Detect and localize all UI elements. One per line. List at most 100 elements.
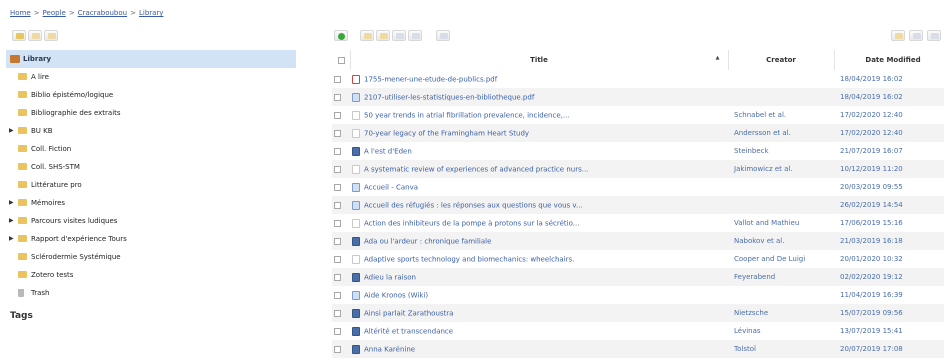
table-row[interactable]: Anna Karénine Tolstoï 20/07/2019 17:08: [332, 340, 944, 358]
new-item-button[interactable]: [334, 30, 348, 41]
expand-arrow-icon[interactable]: ▶: [9, 194, 14, 212]
collection-item[interactable]: Coll. SHS-STM: [6, 158, 296, 176]
breadcrumb-library-link[interactable]: Library: [139, 9, 163, 17]
title-cell[interactable]: Accueil - Canva: [350, 178, 728, 196]
row-checkbox-cell[interactable]: [332, 268, 350, 286]
preferences-button[interactable]: [891, 30, 905, 41]
breadcrumb-user-link[interactable]: Cracraboubou: [78, 9, 127, 17]
item-title[interactable]: Ainsi parlait Zarathoustra: [364, 309, 453, 317]
item-title[interactable]: 70-year legacy of the Framingham Heart S…: [364, 129, 529, 137]
cite-button[interactable]: [436, 30, 450, 41]
collection-item[interactable]: Littérature pro: [6, 176, 296, 194]
row-checkbox-cell[interactable]: [332, 214, 350, 232]
title-cell[interactable]: Ainsi parlait Zarathoustra: [350, 304, 728, 322]
row-checkbox[interactable]: [334, 345, 341, 353]
expand-arrow-icon[interactable]: ▶: [9, 122, 14, 140]
title-cell[interactable]: 1755-mener-une-etude-de-publics.pdf: [350, 70, 728, 88]
item-title[interactable]: 1755-mener-une-etude-de-publics.pdf: [364, 75, 497, 83]
creator-column-header[interactable]: Creator: [728, 50, 835, 70]
table-row[interactable]: Action des inhibiteurs de la pompe à pro…: [332, 214, 944, 232]
collection-item[interactable]: ▶ BU KB: [6, 122, 296, 140]
row-checkbox[interactable]: [334, 147, 341, 155]
title-cell[interactable]: Adieu la raison: [350, 268, 728, 286]
select-all-cell[interactable]: [332, 50, 351, 70]
row-checkbox-cell[interactable]: [332, 124, 350, 142]
item-title[interactable]: Altérité et transcendance: [364, 327, 453, 335]
row-checkbox-cell[interactable]: [332, 196, 350, 214]
row-checkbox-cell[interactable]: [332, 70, 350, 88]
row-checkbox-cell[interactable]: [332, 88, 350, 106]
item-title[interactable]: A l'est d'Eden: [364, 147, 412, 155]
row-checkbox-cell[interactable]: [332, 142, 350, 160]
table-row[interactable]: 50 year trends in atrial fibrillation pr…: [332, 106, 944, 124]
collection-item[interactable]: A lire: [6, 68, 296, 86]
title-cell[interactable]: 2107-utiliser-les-statistiques-en-biblio…: [350, 88, 728, 106]
collection-item[interactable]: Trash: [6, 284, 296, 302]
collection-item[interactable]: Coll. Fiction: [6, 140, 296, 158]
row-checkbox-cell[interactable]: [332, 178, 350, 196]
title-column-header[interactable]: Title ▲: [350, 50, 729, 70]
table-row[interactable]: Altérité et transcendance Lévinas 13/07/20…: [332, 322, 944, 340]
expand-arrow-icon[interactable]: ▶: [9, 230, 14, 248]
row-checkbox[interactable]: [334, 219, 341, 227]
row-checkbox-cell[interactable]: [332, 322, 350, 340]
collection-item[interactable]: Biblio épistémo/logique: [6, 86, 296, 104]
expand-arrow-icon[interactable]: ▶: [9, 212, 14, 230]
title-cell[interactable]: A systematic review of experiences of ad…: [350, 160, 728, 178]
item-title[interactable]: Adieu la raison: [364, 273, 416, 281]
add-to-collection-button[interactable]: [360, 30, 374, 41]
title-cell[interactable]: Altérité et transcendance: [350, 322, 728, 340]
row-checkbox[interactable]: [334, 291, 341, 299]
table-row[interactable]: Aide Kronos (Wiki) 11/04/2019 16:39: [332, 286, 944, 304]
row-checkbox[interactable]: [334, 111, 341, 119]
table-row[interactable]: Ainsi parlait Zarathoustra Nietzsche 15/07…: [332, 304, 944, 322]
title-cell[interactable]: Anna Karénine: [350, 340, 728, 358]
breadcrumb-people-link[interactable]: People: [43, 9, 66, 17]
title-cell[interactable]: Ada ou l'ardeur : chronique familiale: [350, 232, 728, 250]
select-all-checkbox[interactable]: [338, 56, 346, 64]
row-checkbox[interactable]: [334, 255, 341, 263]
row-checkbox-cell[interactable]: [332, 340, 350, 358]
row-checkbox[interactable]: [334, 129, 341, 137]
row-checkbox-cell[interactable]: [332, 250, 350, 268]
delete-collection-button[interactable]: [44, 30, 58, 41]
row-checkbox-cell[interactable]: [332, 106, 350, 124]
row-checkbox[interactable]: [334, 75, 341, 83]
item-title[interactable]: Action des inhibiteurs de la pompe à pro…: [364, 219, 579, 227]
item-title[interactable]: 2107-utiliser-les-statistiques-en-biblio…: [364, 93, 534, 101]
remove-from-collection-button[interactable]: [376, 30, 390, 41]
send-item-button[interactable]: [408, 30, 422, 41]
table-row[interactable]: Adaptive sports technology and biomechan…: [332, 250, 944, 268]
collection-item[interactable]: Zotero tests: [6, 266, 296, 284]
title-cell[interactable]: 70-year legacy of the Framingham Heart S…: [350, 124, 728, 142]
collection-item[interactable]: ▶ Mémoires: [6, 194, 296, 212]
table-row[interactable]: 2107-utiliser-les-statistiques-en-biblio…: [332, 88, 944, 106]
table-row[interactable]: Accueil des réfugiés : les réponses aux …: [332, 196, 944, 214]
row-checkbox[interactable]: [334, 165, 341, 173]
row-checkbox[interactable]: [334, 183, 341, 191]
row-checkbox[interactable]: [334, 309, 341, 317]
row-checkbox[interactable]: [334, 93, 341, 101]
title-cell[interactable]: 50 year trends in atrial fibrillation pr…: [350, 106, 728, 124]
new-collection-button[interactable]: [12, 30, 26, 41]
item-title[interactable]: Accueil - Canva: [364, 183, 418, 191]
row-checkbox[interactable]: [334, 201, 341, 209]
row-checkbox-cell[interactable]: [332, 160, 350, 178]
breadcrumb-home-link[interactable]: Home: [10, 9, 31, 17]
table-row[interactable]: Accueil - Canva 20/03/2019 09:55: [332, 178, 944, 196]
row-checkbox[interactable]: [334, 327, 341, 335]
title-cell[interactable]: Accueil des réfugiés : les réponses aux …: [350, 196, 728, 214]
row-checkbox[interactable]: [334, 237, 341, 245]
item-title[interactable]: A systematic review of experiences of ad…: [364, 165, 588, 173]
collection-item[interactable]: Sclérodermie Systémique: [6, 248, 296, 266]
row-checkbox-cell[interactable]: [332, 304, 350, 322]
table-row[interactable]: 1755-mener-une-etude-de-publics.pdf 18/04…: [332, 70, 944, 88]
item-title[interactable]: Anna Karénine: [364, 345, 415, 353]
title-cell[interactable]: Aide Kronos (Wiki): [350, 286, 728, 304]
edit-collection-button[interactable]: [28, 30, 42, 41]
title-cell[interactable]: Action des inhibiteurs de la pompe à pro…: [350, 214, 728, 232]
collection-item[interactable]: ▶ Rapport d'expérience Tours: [6, 230, 296, 248]
table-row[interactable]: A systematic review of experiences of ad…: [332, 160, 944, 178]
view-mode-button[interactable]: [909, 30, 923, 41]
delete-item-button[interactable]: [392, 30, 406, 41]
